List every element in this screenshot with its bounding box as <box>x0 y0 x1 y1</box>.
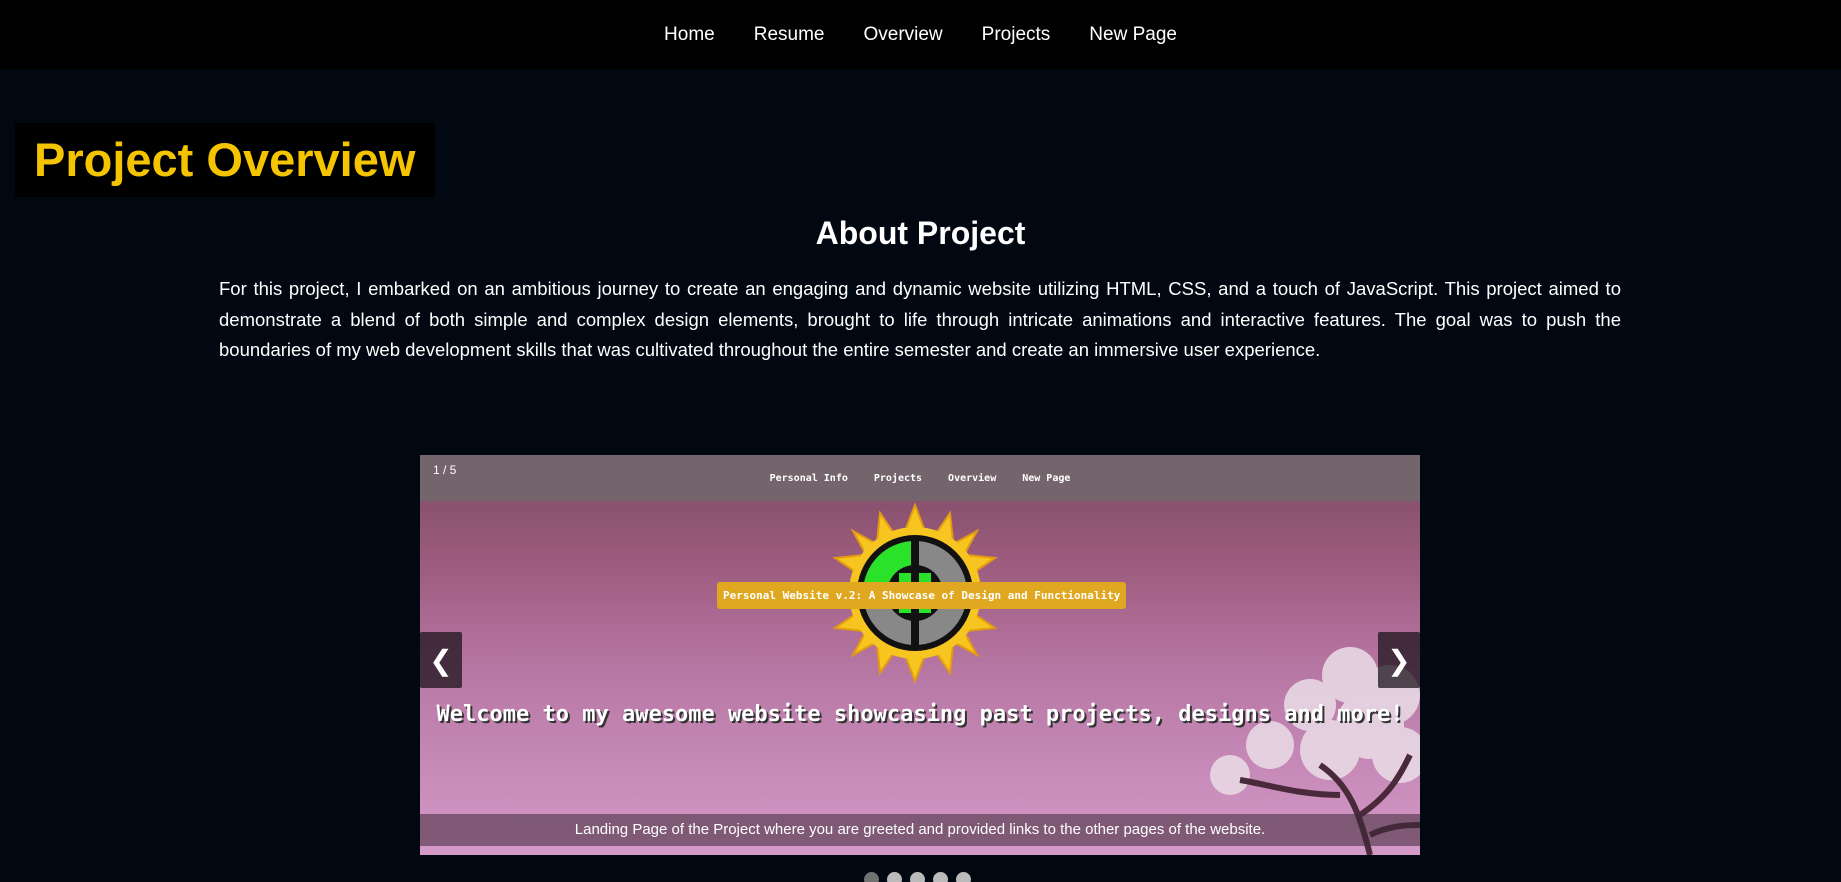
slide-dot-5[interactable] <box>956 872 971 882</box>
slide-nav-item: Personal Info <box>769 472 848 484</box>
slide-caption: Landing Page of the Project where you ar… <box>574 821 1266 838</box>
nav-link-resume[interactable]: Resume <box>734 24 844 46</box>
slideshow: Personal Info Projects Overview New Page… <box>420 455 1420 855</box>
slide-nav-item: New Page <box>1022 472 1071 484</box>
slide-welcome-text: Welcome to my awesome website showcasing… <box>436 702 1404 727</box>
slide-dots <box>864 872 971 882</box>
slide-dot-2[interactable] <box>887 872 902 882</box>
next-slide-button[interactable]: ❯ <box>1378 632 1420 688</box>
nav-link-home[interactable]: Home <box>645 24 735 46</box>
nav-link-new-page[interactable]: New Page <box>1070 24 1197 46</box>
slide-dot-3[interactable] <box>910 872 925 882</box>
slide-nav-item: Projects <box>873 472 923 484</box>
slide-tag-label: Personal Website v.2: A Showcase of Desi… <box>717 582 1127 609</box>
nav-link-projects[interactable]: Projects <box>962 24 1070 46</box>
slide-counter: 1 / 5 <box>433 463 457 477</box>
top-nav: Home Resume Overview Projects New Page <box>0 0 1841 70</box>
page-title-box: Project Overview <box>15 123 436 197</box>
about-heading: About Project <box>815 215 1026 251</box>
slide-dot-1[interactable] <box>864 872 879 882</box>
page-title: Project Overview <box>34 133 416 186</box>
slide-dot-4[interactable] <box>933 872 948 882</box>
slide-screenshot-nav: Personal Info Projects Overview New Page <box>420 455 1420 501</box>
slide-nav-item: Overview <box>948 472 997 484</box>
about-paragraph: For this project, I embarked on an ambit… <box>219 278 1621 360</box>
nav-link-overview[interactable]: Overview <box>844 24 962 46</box>
prev-slide-button[interactable]: ❮ <box>420 632 462 688</box>
